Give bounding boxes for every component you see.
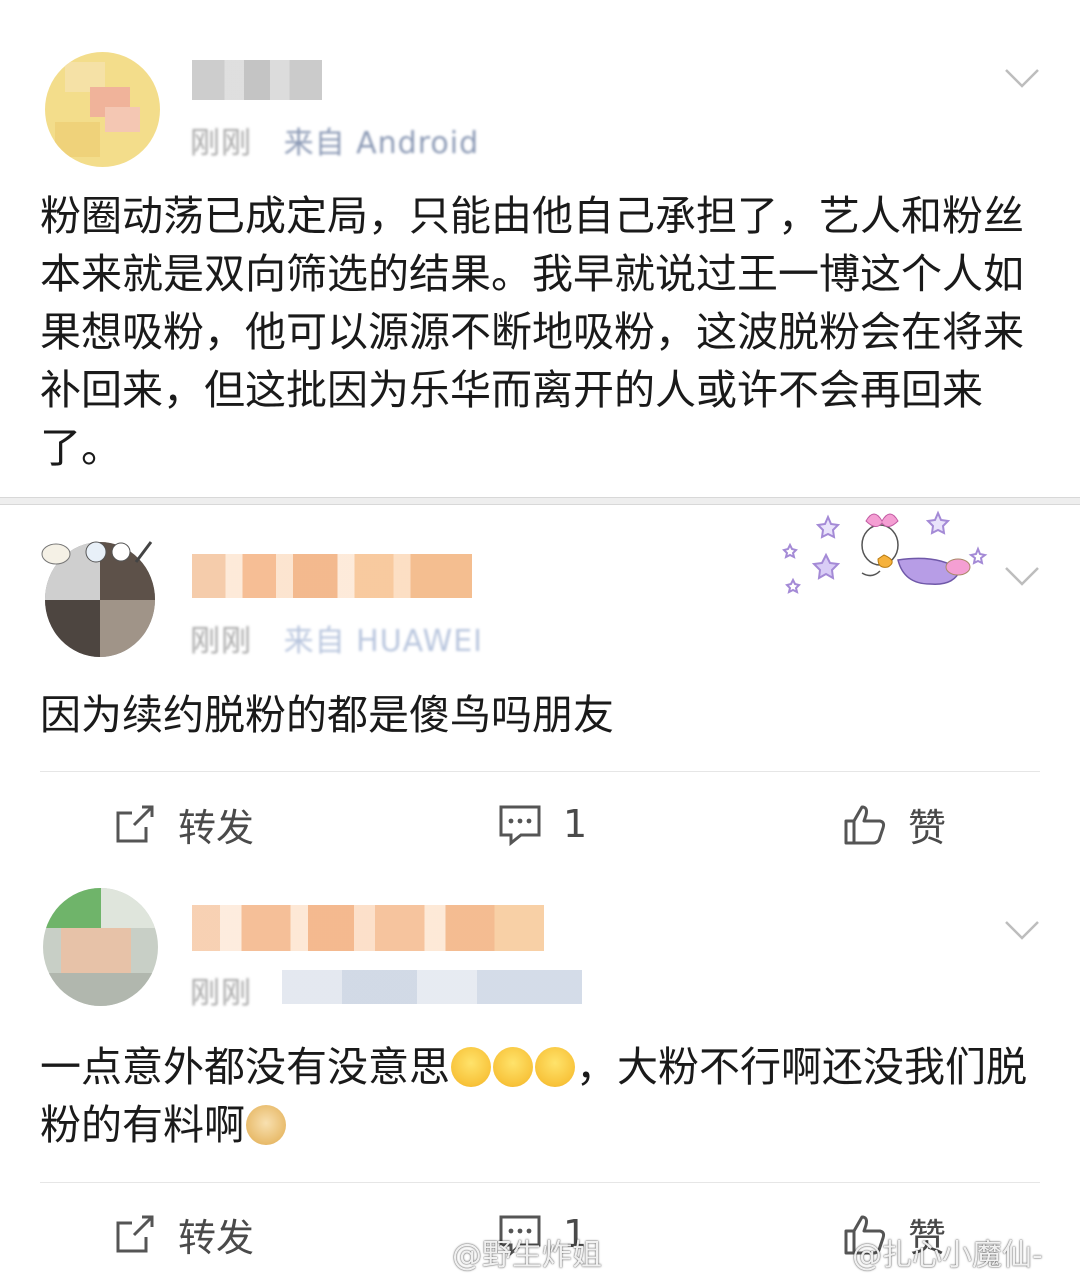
chevron-down-icon[interactable] <box>1002 556 1042 596</box>
meta-time: 刚刚 <box>190 624 252 659</box>
crying-emoji <box>535 1047 575 1087</box>
meta-time: 刚刚 <box>190 976 252 1011</box>
daisy-duck-decoration <box>780 505 995 605</box>
avatar-pendant <box>36 532 156 572</box>
avatar[interactable] <box>43 888 158 1006</box>
like-button[interactable]: 赞 <box>842 794 946 854</box>
comment-count: 1 <box>563 802 588 846</box>
watermark-left: @野生炸姐 <box>452 1238 602 1273</box>
repost-label: 转发 <box>178 1215 255 1260</box>
repost-button[interactable]: 转发 <box>112 794 254 854</box>
watermark-right: @扎心小魔仙- <box>852 1238 1043 1273</box>
comment-card-3: 刚刚 一点意外都没有没意思 ，大粉不行啊还没我们脱粉的有料啊 <box>0 870 1080 1170</box>
separator <box>40 1182 1040 1183</box>
comment-icon <box>497 801 543 847</box>
meta-source: 来自 HUAWEI <box>283 624 484 659</box>
comment-meta: 刚刚 来自 HUAWEI <box>190 616 483 660</box>
avatar[interactable] <box>45 52 160 167</box>
comment-text: 一点意外都没有没意思 ，大粉不行啊还没我们脱粉的有料啊 <box>40 1038 1040 1154</box>
comment-text-part-1: 一点意外都没有没意思 <box>40 1043 450 1091</box>
username-blurred[interactable] <box>192 905 544 951</box>
like-label: 赞 <box>908 805 947 850</box>
doge-emoji <box>246 1105 286 1145</box>
thumbs-up-icon <box>842 801 888 847</box>
chevron-down-icon[interactable] <box>1002 910 1042 950</box>
separator <box>40 771 1040 772</box>
chevron-down-icon[interactable] <box>1002 58 1042 98</box>
username-blurred[interactable] <box>192 554 472 598</box>
comment-text: 粉圈动荡已成定局，只能由他自己承担了，艺人和粉丝本来就是双向筛选的结果。我早就说… <box>40 192 1024 472</box>
comment-text: 因为续约脱粉的都是傻鸟吗朋友 <box>40 691 614 739</box>
repost-icon <box>112 801 158 847</box>
comment-button[interactable]: 1 <box>497 794 587 854</box>
comment-meta: 刚刚 来自 Android <box>190 118 479 162</box>
action-bar: 转发 1 赞 <box>0 794 1080 854</box>
meta-time: 刚刚 <box>190 126 252 161</box>
crying-emoji <box>451 1047 491 1087</box>
meta-source: 来自 Android <box>283 126 480 161</box>
comment-meta: 刚刚 <box>190 968 252 1012</box>
repost-button[interactable]: 转发 <box>112 1204 254 1264</box>
repost-icon <box>112 1211 158 1257</box>
repost-label: 转发 <box>178 805 255 850</box>
divider <box>0 497 1080 505</box>
crying-emoji <box>493 1047 533 1087</box>
meta-source-blurred <box>282 970 582 1004</box>
username-blurred[interactable] <box>192 60 322 100</box>
comment-card-1: 刚刚 来自 Android 粉圈动荡已成定局，只能由他自己承担了，艺人和粉丝本来… <box>0 0 1080 497</box>
